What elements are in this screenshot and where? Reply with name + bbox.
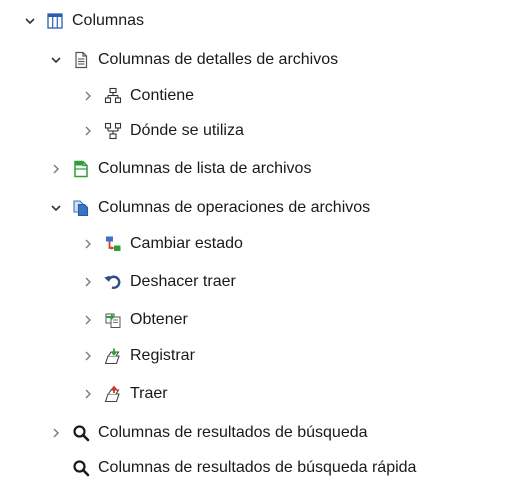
chevron-down-icon[interactable] xyxy=(22,13,38,29)
tree-item-label: Columnas xyxy=(72,12,145,29)
tree-item-deshacer-traer[interactable]: Deshacer traer xyxy=(80,266,236,298)
undo-checkout-icon xyxy=(104,273,122,291)
chevron-right-icon[interactable] xyxy=(48,425,64,441)
tree-item-columnas[interactable]: Columnas xyxy=(22,5,144,37)
tree-item-file-list-columns[interactable]: Columnas de lista de archivos xyxy=(48,153,311,185)
tree-item-traer[interactable]: Traer xyxy=(80,378,168,410)
tree-item-donde-se-utiliza[interactable]: Dónde se utiliza xyxy=(80,115,244,147)
chevron-right-icon[interactable] xyxy=(80,348,96,364)
tree-item-registrar[interactable]: Registrar xyxy=(80,340,195,372)
tree-item-label: Dónde se utiliza xyxy=(130,122,244,139)
tree-item-label: Columnas de operaciones de archivos xyxy=(98,199,371,216)
check-in-icon xyxy=(104,347,122,365)
tree-item-label: Columnas de detalles de archivos xyxy=(98,51,339,68)
tree-item-search-results-columns[interactable]: Columnas de resultados de búsqueda xyxy=(48,417,368,449)
where-used-hierarchy-icon xyxy=(104,122,122,140)
tree-item-label: Columnas de resultados de búsqueda xyxy=(98,424,368,441)
tree-item-file-details-columns[interactable]: Columnas de detalles de archivos xyxy=(48,44,338,76)
tree-item-label: Deshacer traer xyxy=(130,273,236,290)
chevron-down-icon[interactable] xyxy=(48,52,64,68)
search-icon xyxy=(72,424,90,442)
chevron-right-icon[interactable] xyxy=(80,123,96,139)
file-operations-icon xyxy=(72,199,90,217)
tree-item-quick-search-results-columns[interactable]: Columnas de resultados de búsqueda rápid… xyxy=(48,452,416,484)
column-tree: Columnas Columnas de detalles de archivo… xyxy=(0,0,528,487)
chevron-right-icon[interactable] xyxy=(80,386,96,402)
chevron-right-icon[interactable] xyxy=(80,274,96,290)
chevron-right-icon[interactable] xyxy=(80,88,96,104)
contains-hierarchy-icon xyxy=(104,87,122,105)
tree-item-label: Columnas de lista de archivos xyxy=(98,160,312,177)
tree-item-label: Registrar xyxy=(130,347,195,364)
chevron-right-icon[interactable] xyxy=(80,312,96,328)
file-details-icon xyxy=(72,51,90,69)
chevron-down-icon[interactable] xyxy=(48,200,64,216)
columns-icon xyxy=(46,12,64,30)
chevron-right-icon[interactable] xyxy=(48,161,64,177)
tree-item-file-operations-columns[interactable]: Columnas de operaciones de archivos xyxy=(48,192,370,224)
chevron-right-icon[interactable] xyxy=(80,236,96,252)
tree-item-label: Cambiar estado xyxy=(130,235,243,252)
tree-item-cambiar-estado[interactable]: Cambiar estado xyxy=(80,228,243,260)
tree-item-obtener[interactable]: Obtener xyxy=(80,304,188,336)
check-out-icon xyxy=(104,385,122,403)
file-list-icon xyxy=(72,160,90,178)
get-icon xyxy=(104,311,122,329)
change-state-icon xyxy=(104,235,122,253)
tree-item-label: Traer xyxy=(130,385,168,402)
search-icon xyxy=(72,459,90,477)
tree-item-label: Obtener xyxy=(130,311,188,328)
tree-item-label: Contiene xyxy=(130,87,195,104)
tree-item-label: Columnas de resultados de búsqueda rápid… xyxy=(98,459,417,476)
tree-item-contiene[interactable]: Contiene xyxy=(80,80,194,112)
